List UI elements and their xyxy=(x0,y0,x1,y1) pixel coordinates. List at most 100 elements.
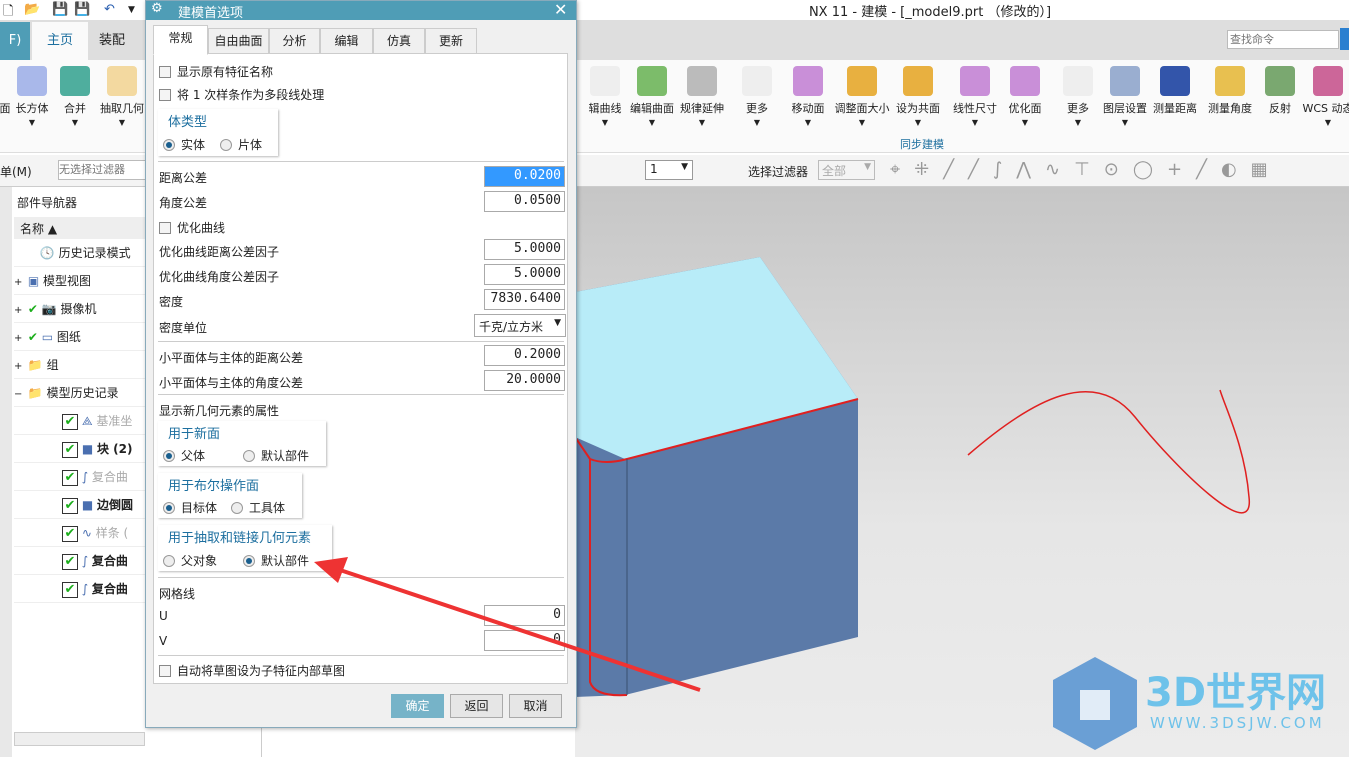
ribbon-button[interactable]: WCS 动态 ▼ xyxy=(1298,64,1349,127)
navigator-item[interactable]: ✔ ∿ 样条 ( xyxy=(14,519,145,547)
cancel-button[interactable]: 取消 xyxy=(509,694,562,718)
composite-curve-icon: ∫ xyxy=(78,582,92,596)
ok-button[interactable]: 确定 xyxy=(391,694,444,718)
button-label: 合并 xyxy=(64,102,86,115)
command-search-input[interactable] xyxy=(1227,30,1339,49)
radio-label: 默认部件 xyxy=(261,449,310,463)
navigator-scrollbar[interactable] xyxy=(14,732,145,746)
undo-icon[interactable]: ↶ xyxy=(104,2,115,17)
dialog-tab[interactable]: 常规 xyxy=(153,25,208,55)
spline-polyline-checkbox[interactable]: 将 1 次样条作为多段线处理 xyxy=(159,86,324,103)
expand-icon[interactable]: + xyxy=(14,353,24,378)
save-as-icon[interactable]: 💾 xyxy=(74,2,90,17)
tab-assembly[interactable]: 装配 xyxy=(88,22,136,60)
expand-icon[interactable]: + xyxy=(14,325,24,350)
dialog-tab[interactable]: 编辑 xyxy=(320,28,373,54)
radio-default-part[interactable]: 默认部件 xyxy=(243,447,309,464)
command-icon xyxy=(1063,66,1093,96)
navigator-item[interactable]: − 📁 模型历史记录 xyxy=(14,379,145,407)
navigator-item[interactable]: + ✔ ▭ 图纸 xyxy=(14,323,145,351)
expand-icon[interactable]: + xyxy=(14,269,24,294)
checkbox-checked[interactable]: ✔ xyxy=(62,581,78,598)
extract-geometry-icon xyxy=(107,66,137,96)
dialog-tab[interactable]: 仿真 xyxy=(373,28,425,54)
grid-v-input[interactable]: 0 xyxy=(484,630,565,651)
dialog-tab[interactable]: 更新 xyxy=(425,28,477,54)
datum-csys-icon: ⟁ xyxy=(78,414,97,428)
opt-dist-label: 优化曲线距离公差因子 xyxy=(159,245,280,259)
close-icon[interactable]: ✕ xyxy=(554,0,567,19)
item-label: 边倒圆 xyxy=(96,498,133,512)
grid-u-label: U xyxy=(159,609,168,623)
optimize-curve-checkbox[interactable]: 优化曲线 xyxy=(159,219,225,236)
dialog-tab[interactable]: 自由曲面 xyxy=(208,28,269,54)
radio-parent-object[interactable]: 父对象 xyxy=(163,552,217,569)
button-label: 图层设置 xyxy=(1103,102,1147,115)
checkbox-checked[interactable]: ✔ xyxy=(62,553,78,570)
scope-select[interactable]: 全部 ▼ xyxy=(818,160,875,180)
checkbox-checked[interactable]: ✔ xyxy=(62,525,78,542)
undo-dropdown-icon[interactable]: ▼ xyxy=(128,5,135,15)
expand-icon[interactable]: + xyxy=(14,297,24,322)
density-unit-select[interactable]: 千克/立方米 ▼ xyxy=(474,314,566,337)
group-title: 用于抽取和链接几何元素 xyxy=(168,531,312,546)
button-label: 长方体 xyxy=(15,102,49,115)
navigator-item[interactable]: ✔ ■ 块 (2) xyxy=(14,435,145,463)
facet-dist-input[interactable]: 0.2000 xyxy=(484,345,565,366)
menu-button[interactable]: 单(M) xyxy=(0,163,32,180)
ribbon-button[interactable]: 测量距离 xyxy=(1145,64,1205,116)
save-icon[interactable]: 💾 xyxy=(52,2,68,17)
auto-sketch-checkbox[interactable]: 自动将草图设为子特征内部草图 xyxy=(159,662,345,679)
navigator-item[interactable]: ✔ ■ 边倒圆 xyxy=(14,491,145,519)
navigator-item[interactable]: + ✔ 📷 摄像机 xyxy=(14,295,145,323)
density-input[interactable]: 7830.6400 xyxy=(484,289,565,310)
grid-label: 网格线 xyxy=(159,587,196,601)
navigator-item[interactable]: ✔ ∫ 复合曲 xyxy=(14,575,145,603)
show-orig-names-checkbox[interactable]: 显示原有特征名称 xyxy=(159,63,273,80)
radio-target-body[interactable]: 目标体 xyxy=(163,499,217,516)
file-tab[interactable]: F) xyxy=(0,22,30,60)
checkbox-checked[interactable]: ✔ xyxy=(62,469,78,486)
dialog-tab[interactable]: 分析 xyxy=(269,28,320,54)
ribbon-button[interactable]: 优化面 ▼ xyxy=(995,64,1055,127)
angle-tol-input[interactable]: 0.0500 xyxy=(484,191,565,212)
ribbon-button[interactable]: 规律延伸 ▼ xyxy=(672,64,732,127)
radio-parent-body[interactable]: 父体 xyxy=(163,447,205,464)
radio-label: 目标体 xyxy=(181,501,218,515)
navigator-item[interactable]: + 📁 组 xyxy=(14,351,145,379)
checkbox-checked[interactable]: ✔ xyxy=(62,497,78,514)
ribbon-button[interactable]: 调整面大小 ▼ xyxy=(832,64,892,127)
navigator-item[interactable]: ✔ ∫ 复合曲 xyxy=(14,547,145,575)
radio-tool-body[interactable]: 工具体 xyxy=(231,499,285,516)
navigator-item[interactable]: 🕓 历史记录模式 xyxy=(14,239,145,267)
snap-point-icons[interactable]: ⌖⁜╱╱∫⋀∿⊤⊙◯+╱◐▦ xyxy=(890,159,1282,180)
select-filter-button[interactable]: 选择过滤器 xyxy=(748,163,808,180)
column-header-name[interactable]: 名称 ▲ xyxy=(14,217,145,239)
navigator-item[interactable]: ✔ ⟁ 基准坐 xyxy=(14,407,145,435)
ribbon-button-extract[interactable]: 抽取几何 ▼ xyxy=(92,64,152,127)
tab-home[interactable]: 主页 xyxy=(32,22,88,60)
radio-solid[interactable]: 实体 xyxy=(163,136,205,153)
filter-input[interactable] xyxy=(58,160,148,180)
checkbox-checked[interactable]: ✔ xyxy=(62,441,78,458)
grid-u-input[interactable]: 0 xyxy=(484,605,565,626)
radio-sheet[interactable]: 片体 xyxy=(220,136,262,153)
ribbon-button[interactable]: 移动面 ▼ xyxy=(778,64,838,127)
ribbon-button[interactable]: 设为共面 ▼ xyxy=(888,64,948,127)
collapse-icon[interactable]: − xyxy=(14,381,24,406)
open-folder-icon[interactable]: 📂 xyxy=(24,2,40,17)
navigator-item[interactable]: + ▣ 模型视图 xyxy=(14,267,145,295)
graphics-viewport[interactable]: 3D世界网 WWW.3DSJW.COM xyxy=(574,187,1349,757)
button-label: 优化面 xyxy=(1008,102,1042,115)
dist-tol-input[interactable]: 0.0200 xyxy=(484,166,565,187)
layer-select[interactable]: 1 ▼ xyxy=(645,160,693,180)
opt-dist-input[interactable]: 5.0000 xyxy=(484,239,565,260)
search-icon[interactable] xyxy=(1340,28,1349,50)
back-button[interactable]: 返回 xyxy=(450,694,503,718)
opt-angle-input[interactable]: 5.0000 xyxy=(484,264,565,285)
facet-angle-input[interactable]: 20.0000 xyxy=(484,370,565,391)
navigator-item[interactable]: ✔ ∫ 复合曲 xyxy=(14,463,145,491)
item-label: 模型历史记录 xyxy=(46,386,119,400)
radio-default-part-extract[interactable]: 默认部件 xyxy=(243,552,309,569)
checkbox-checked[interactable]: ✔ xyxy=(62,413,78,430)
